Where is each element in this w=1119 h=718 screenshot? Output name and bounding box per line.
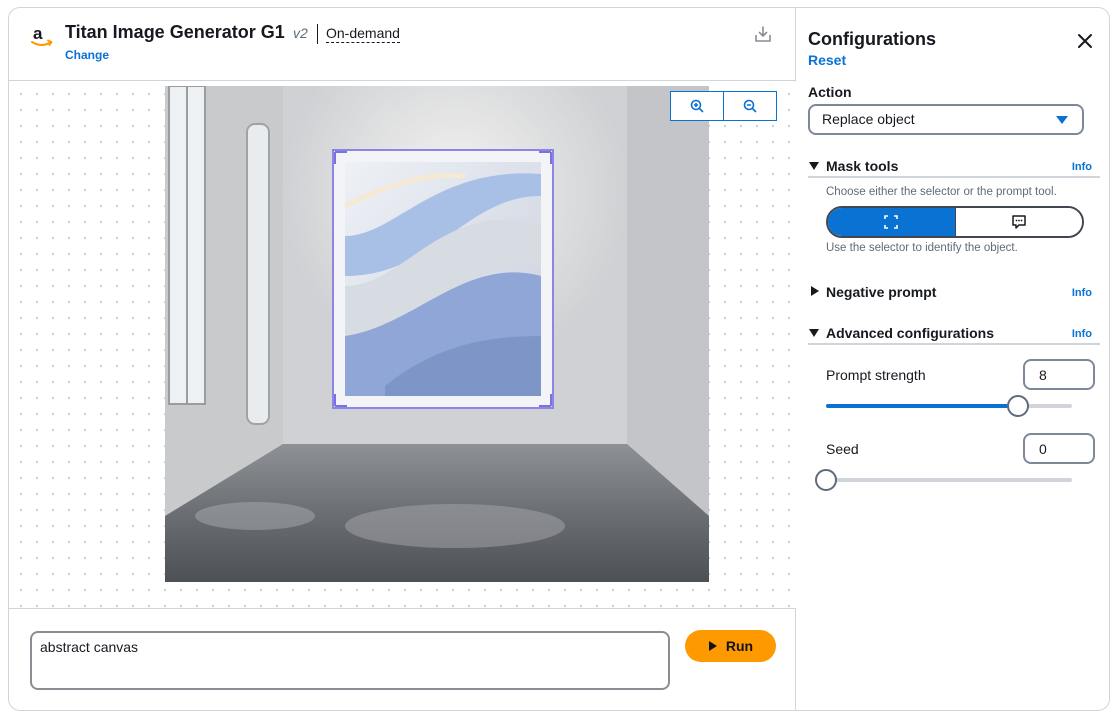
prompt-tool-icon: [1012, 215, 1026, 229]
close-icon[interactable]: [1076, 32, 1094, 50]
mask-tools-hint: Choose either the selector or the prompt…: [826, 186, 1057, 198]
amazon-logo-icon: a: [31, 24, 53, 46]
prompt-strength-input[interactable]: [1023, 359, 1095, 390]
action-label: Action: [808, 84, 852, 100]
seed-slider[interactable]: [815, 469, 1072, 491]
reset-link[interactable]: Reset: [808, 52, 846, 68]
model-title: Titan Image Generator G1: [65, 22, 285, 42]
advanced-configurations-label: Advanced configurations: [826, 325, 995, 341]
advanced-configurations-section: Advanced configurations Info Prompt stre…: [808, 325, 1100, 495]
caret-down-icon: [809, 162, 819, 170]
prompt-strength-label: Prompt strength: [826, 367, 926, 383]
selector-hint: Use the selector to identify the object.: [826, 242, 1018, 254]
header-divider: [317, 24, 318, 44]
seed-input[interactable]: [1023, 433, 1095, 464]
image-canvas: [9, 82, 796, 608]
configurations-panel: Configurations Reset Action Replace obje…: [797, 8, 1109, 710]
app-window: a Titan Image Generator G1 v2 On-demand …: [8, 7, 1110, 711]
caret-down-icon: [809, 329, 819, 337]
zoom-controls: [670, 91, 777, 121]
caret-down-icon: [1056, 116, 1068, 124]
generated-image[interactable]: [165, 86, 709, 582]
negative-prompt-section: Negative prompt Info: [808, 284, 1100, 306]
svg-text:a: a: [33, 24, 43, 43]
download-icon[interactable]: [754, 25, 772, 43]
gallery-image-render: [165, 86, 709, 582]
mask-tools-info-link[interactable]: Info: [1072, 161, 1092, 173]
prompt-bar: abstract canvas Run: [9, 608, 796, 710]
mask-tools-section: Mask tools Info Choose either the select…: [808, 158, 1100, 268]
negative-prompt-label: Negative prompt: [826, 284, 937, 300]
action-select-value: Replace object: [822, 111, 915, 127]
mask-tool-toggle: [826, 206, 1084, 238]
change-model-link[interactable]: Change: [65, 48, 109, 62]
zoom-in-button[interactable]: [671, 92, 723, 120]
advanced-configurations-header[interactable]: Advanced configurations Info: [808, 325, 1100, 345]
run-button[interactable]: Run: [685, 630, 776, 662]
model-header: a Titan Image Generator G1 v2 On-demand …: [9, 8, 796, 81]
negative-prompt-info-link[interactable]: Info: [1072, 287, 1092, 299]
prompt-strength-slider-fill: [826, 404, 1018, 408]
caret-right-icon: [811, 286, 819, 296]
configurations-title: Configurations: [808, 29, 936, 49]
prompt-strength-slider[interactable]: [826, 395, 1072, 417]
action-select[interactable]: Replace object: [808, 104, 1084, 135]
play-icon: [708, 641, 717, 651]
prompt-strength-slider-thumb[interactable]: [1007, 395, 1029, 417]
zoom-out-icon: [743, 99, 757, 113]
zoom-out-button[interactable]: [723, 92, 776, 120]
run-button-label: Run: [725, 638, 754, 654]
playground-main: a Titan Image Generator G1 v2 On-demand …: [9, 8, 796, 710]
selector-icon: [884, 215, 899, 229]
seed-slider-thumb[interactable]: [815, 469, 837, 491]
seed-label: Seed: [826, 441, 859, 457]
mask-tools-label: Mask tools: [826, 158, 899, 174]
negative-prompt-header[interactable]: Negative prompt Info: [808, 284, 1100, 304]
model-version: v2: [293, 25, 308, 41]
prompt-input[interactable]: abstract canvas: [30, 631, 670, 690]
selector-tool-option[interactable]: [828, 208, 955, 236]
throughput-mode[interactable]: On-demand: [326, 25, 400, 43]
advanced-configurations-info-link[interactable]: Info: [1072, 328, 1092, 340]
prompt-tool-option[interactable]: [954, 208, 1082, 236]
mask-tools-header[interactable]: Mask tools Info: [808, 158, 1100, 178]
zoom-in-icon: [690, 99, 704, 113]
